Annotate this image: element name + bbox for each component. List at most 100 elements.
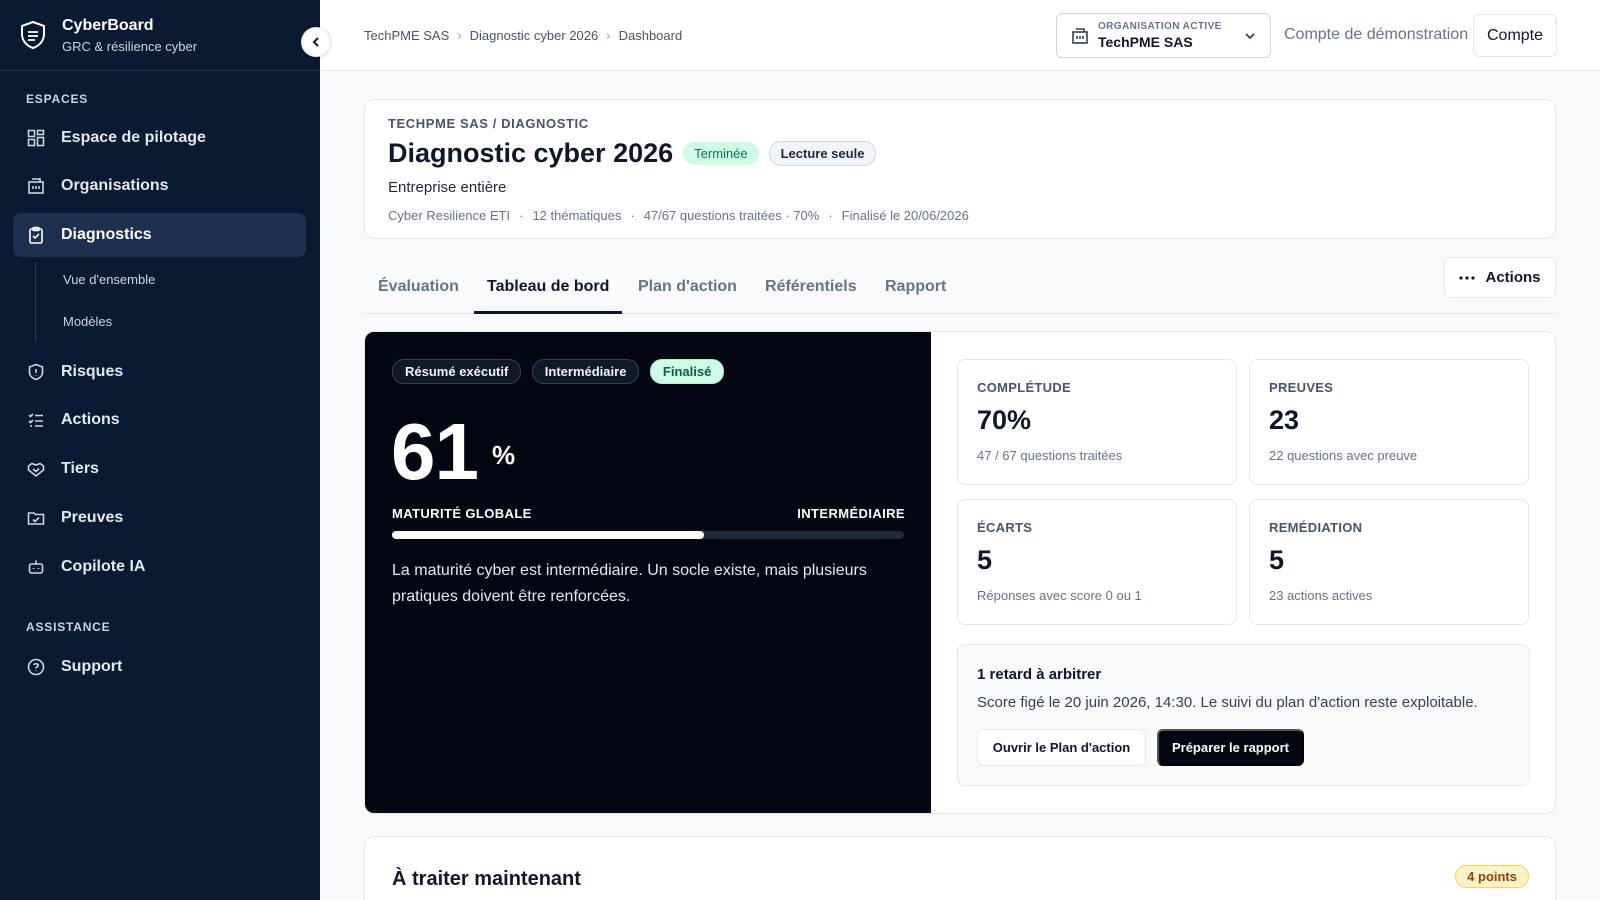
section-title-espaces: ESPACES	[26, 92, 89, 106]
prepare-report-button[interactable]: Préparer le rapport	[1157, 729, 1304, 766]
todo-count-badge: 4 points	[1455, 865, 1529, 888]
sidebar-subitem-overview[interactable]: Vue d'ensemble	[63, 272, 155, 287]
kpi-value: 23	[1269, 405, 1300, 435]
more-horizontal-icon	[1459, 275, 1476, 280]
folder-check-icon	[27, 512, 45, 525]
sidebar-item-support[interactable]: Support	[13, 645, 306, 689]
kpi-preuves: PREUVES 23 22 questions avec preuve	[1249, 359, 1529, 485]
kpi-label: REMÉDIATION	[1269, 520, 1363, 535]
sidebar-item-label: Preuves	[61, 509, 124, 526]
sidebar-item-tiers[interactable]: Tiers	[13, 447, 306, 491]
delay-alert-text: Score figé le 20 juin 2026, 14:30. Le su…	[977, 694, 1478, 711]
building-icon	[1072, 27, 1088, 44]
help-circle-icon	[27, 658, 45, 676]
sidebar-item-label: Organisations	[61, 177, 169, 194]
clipboard-icon	[29, 226, 43, 244]
building-icon	[28, 178, 44, 194]
kpi-sub: 23 actions actives	[1269, 588, 1373, 603]
checklist-icon	[28, 413, 43, 427]
summary-chips: Résumé exécutif Intermédiaire Finalisé	[392, 359, 730, 384]
status-badge: Terminée	[683, 142, 759, 165]
bot-icon	[28, 560, 44, 574]
brand-subtitle: GRC & résilience cyber	[62, 38, 198, 54]
sidebar-item-label: Risques	[61, 363, 124, 380]
sub-nav-line	[35, 262, 36, 342]
tab-rapport[interactable]: Rapport	[885, 278, 946, 314]
tab-plan-action[interactable]: Plan d'action	[638, 278, 737, 314]
breadcrumb-separator-icon: ›	[606, 28, 611, 43]
maturity-progress-fill	[392, 531, 705, 539]
shield-logo-icon	[21, 20, 45, 50]
header-title-row: Diagnostic cyber 2026 Terminée Lecture s…	[388, 138, 877, 169]
topbar: TechPME SAS › Diagnostic cyber 2026 › Da…	[320, 0, 1600, 71]
sidebar-item-organisations[interactable]: Organisations	[13, 164, 306, 208]
breadcrumb-separator-icon: ›	[457, 28, 462, 43]
diagnostic-header: TECHPME SAS / DIAGNOSTIC Diagnostic cybe…	[364, 99, 1556, 239]
collapse-sidebar-button[interactable]	[301, 27, 331, 57]
shield-icon	[28, 363, 44, 381]
kpi-sub: Réponses avec score 0 ou 1	[977, 588, 1142, 603]
sidebar-item-pilotage[interactable]: Espace de pilotage	[13, 116, 306, 160]
sidebar-item-label: Tiers	[61, 460, 99, 477]
kpi-label: COMPLÉTUDE	[977, 380, 1071, 395]
header-meta: Cyber Resilience ETI · 12 thématiques · …	[388, 208, 969, 223]
maturity-progress-bar	[392, 531, 904, 539]
meta-separator: ·	[519, 208, 524, 223]
meta-separator: ·	[630, 208, 635, 223]
sidebar-item-preuves[interactable]: Preuves	[13, 496, 306, 540]
tab-evaluation[interactable]: Évaluation	[378, 278, 459, 314]
sidebar-item-risques[interactable]: Risques	[13, 350, 306, 394]
tab-referentiels[interactable]: Référentiels	[765, 278, 857, 314]
account-button[interactable]: Compte	[1473, 14, 1557, 57]
maturity-score-unit: %	[492, 440, 516, 470]
handshake-icon	[27, 462, 45, 478]
demo-account-label: Compte de démonstration	[1284, 26, 1469, 43]
meta-framework: Cyber Resilience ETI	[388, 208, 511, 223]
sidebar-subitem-templates[interactable]: Modèles	[63, 314, 112, 329]
kpi-value: 5	[1269, 545, 1285, 575]
meta-questions: 47/67 questions traitées · 70%	[643, 208, 820, 223]
kpi-label: PREUVES	[1269, 380, 1334, 395]
sidebar-item-actions[interactable]: Actions	[13, 398, 306, 442]
maturity-score: 61	[391, 407, 479, 496]
org-selector[interactable]: ORGANISATION ACTIVE TechPME SAS	[1056, 13, 1271, 58]
chevron-down-icon	[1245, 33, 1255, 40]
sidebar-item-label: Diagnostics	[61, 226, 152, 243]
dashboard-panel: Résumé exécutif Intermédiaire Finalisé 6…	[364, 331, 1556, 814]
brand-name: CyberBoard	[62, 16, 154, 34]
section-title-assistance: ASSISTANCE	[26, 620, 111, 634]
sidebar-item-copilote[interactable]: Copilote IA	[13, 545, 306, 589]
kpi-value: 70%	[977, 405, 1032, 435]
delay-alert: 1 retard à arbitrer Score figé le 20 jui…	[957, 644, 1530, 786]
maturity-level: INTERMÉDIAIRE	[797, 506, 905, 521]
meta-finalized: Finalisé le 20/06/2026	[841, 208, 969, 223]
breadcrumb-item-org[interactable]: TechPME SAS	[364, 28, 449, 43]
sidebar-item-label: Actions	[61, 411, 120, 428]
delay-alert-title: 1 retard à arbitrer	[977, 666, 1102, 683]
org-selector-kicker: ORGANISATION ACTIVE	[1098, 21, 1222, 32]
maturity-label: MATURITÉ GLOBALE	[392, 506, 532, 521]
open-action-plan-button[interactable]: Ouvrir le Plan d'action	[977, 729, 1146, 766]
kpi-completude: COMPLÉTUDE 70% 47 / 67 questions traitée…	[957, 359, 1237, 485]
meta-themes: 12 thématiques	[532, 208, 622, 223]
sidebar-item-label: Copilote IA	[61, 558, 146, 575]
kpi-sub: 47 / 67 questions traitées	[977, 448, 1123, 463]
meta-separator: ·	[828, 208, 833, 223]
sidebar-item-diagnostics[interactable]: Diagnostics	[13, 213, 306, 257]
sidebar: CyberBoard GRC & résilience cyber ESPACE…	[0, 0, 320, 900]
actions-menu-button[interactable]: Actions	[1444, 257, 1556, 298]
breadcrumb-item-diagnostic[interactable]: Diagnostic cyber 2026	[470, 28, 599, 43]
sidebar-item-label: Support	[61, 658, 123, 675]
kpi-remediation: REMÉDIATION 5 23 actions actives	[1249, 499, 1529, 625]
chip-finalized: Finalisé	[649, 359, 725, 384]
brand[interactable]: CyberBoard GRC & résilience cyber	[0, 0, 320, 71]
kpi-label: ÉCARTS	[977, 520, 1033, 535]
tab-tableau-de-bord[interactable]: Tableau de bord	[474, 278, 623, 314]
org-selector-value: TechPME SAS	[1098, 34, 1193, 50]
executive-summary: Résumé exécutif Intermédiaire Finalisé 6…	[365, 332, 931, 813]
kpi-ecarts: ÉCARTS 5 Réponses avec score 0 ou 1	[957, 499, 1237, 625]
breadcrumb-item-current: Dashboard	[618, 28, 683, 43]
actions-button-label: Actions	[1485, 269, 1541, 286]
maturity-summary: La maturité cyber est intermédiaire. Un …	[392, 562, 867, 605]
todo-section: À traiter maintenant 4 points	[364, 836, 1556, 900]
